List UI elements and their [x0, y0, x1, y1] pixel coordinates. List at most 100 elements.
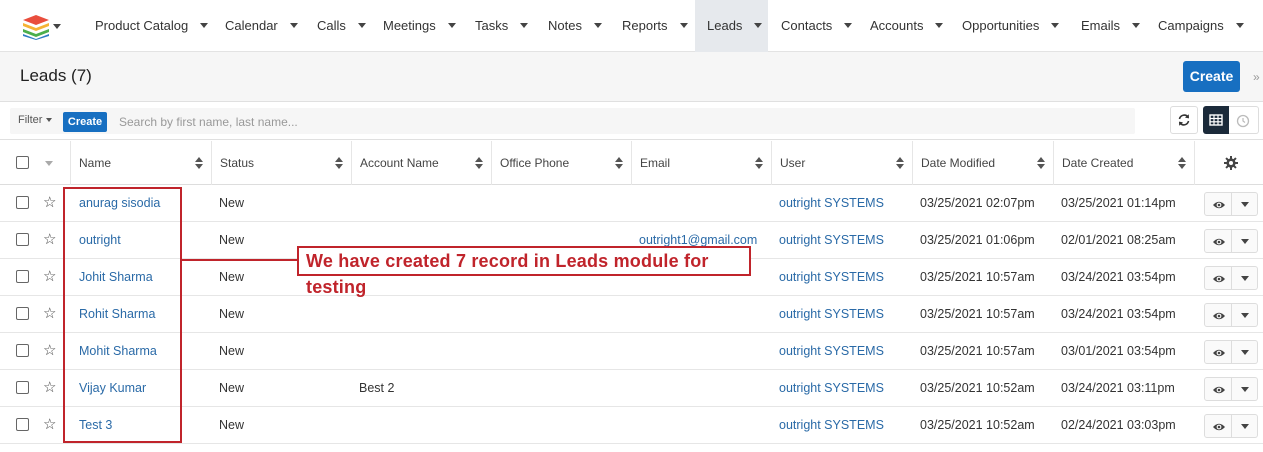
lead-date-modified: 03/25/2021 10:52am [920, 381, 1035, 395]
preview-button[interactable] [1204, 303, 1232, 327]
row-actions-dropdown[interactable] [1232, 377, 1258, 401]
row-checkbox[interactable] [16, 270, 29, 283]
favorite-star-icon[interactable]: ☆ [43, 268, 56, 285]
column-header-status[interactable]: Status [212, 141, 352, 185]
lead-assigned-user-link[interactable]: outright SYSTEMS [779, 370, 884, 407]
row-actions-dropdown[interactable] [1232, 192, 1258, 216]
nav-item-calendar[interactable]: Calendar [212, 0, 311, 52]
nav-item-emails[interactable]: Emails [1068, 0, 1153, 52]
lead-date-modified: 03/25/2021 01:06pm [920, 233, 1035, 247]
gear-icon[interactable] [1224, 156, 1238, 170]
column-header-date-created[interactable]: Date Created [1054, 141, 1195, 185]
nav-item-contacts[interactable]: Contacts [768, 0, 865, 52]
select-all-checkbox[interactable] [16, 156, 29, 169]
table-view-button[interactable] [1203, 106, 1229, 134]
nav-item-product-catalog[interactable]: Product Catalog [82, 0, 221, 52]
column-header-email[interactable]: Email [632, 141, 772, 185]
nav-item-label: Notes [548, 18, 582, 33]
lead-assigned-user-link[interactable]: outright SYSTEMS [779, 296, 884, 333]
lead-assigned-user-link[interactable]: outright SYSTEMS [779, 407, 884, 444]
row-checkbox[interactable] [16, 196, 29, 209]
row-actions-dropdown[interactable] [1232, 340, 1258, 364]
chevron-down-icon[interactable] [520, 23, 529, 29]
chevron-down-icon[interactable] [754, 23, 763, 29]
favorite-star-icon[interactable]: ☆ [43, 342, 56, 359]
search-input[interactable] [113, 111, 1128, 133]
lead-assigned-user-link[interactable]: outright SYSTEMS [779, 333, 884, 370]
lead-assigned-user-link[interactable]: outright SYSTEMS [779, 185, 884, 222]
chevron-down-icon[interactable] [357, 23, 366, 29]
chevron-down-icon[interactable] [1132, 23, 1141, 29]
chevron-down-icon[interactable] [447, 23, 456, 29]
row-actions-dropdown[interactable] [1232, 266, 1258, 290]
lead-assigned-user-link[interactable]: outright SYSTEMS [779, 259, 884, 296]
refresh-button[interactable] [1170, 106, 1198, 134]
eye-icon [1213, 238, 1225, 246]
chevron-down-icon[interactable] [289, 23, 298, 29]
create-button[interactable]: Create [1183, 61, 1240, 92]
row-actions-dropdown[interactable] [1232, 303, 1258, 327]
nav-item-notes[interactable]: Notes [535, 0, 615, 52]
row-checkbox[interactable] [16, 233, 29, 246]
nav-item-opportunities[interactable]: Opportunities [949, 0, 1072, 52]
favorite-star-icon[interactable]: ☆ [43, 305, 56, 322]
column-header-date-modified[interactable]: Date Modified [913, 141, 1054, 185]
nav-item-calls[interactable]: Calls [304, 0, 379, 52]
sort-icon[interactable] [475, 157, 483, 169]
lead-date-created: 03/24/2021 03:11pm [1061, 381, 1175, 395]
sort-icon[interactable] [1037, 157, 1045, 169]
row-checkbox[interactable] [16, 418, 29, 431]
nav-item-tasks[interactable]: Tasks [462, 0, 541, 52]
lead-date-modified: 03/25/2021 10:52am [920, 418, 1035, 432]
preview-button[interactable] [1204, 414, 1232, 438]
favorite-star-icon[interactable]: ☆ [43, 231, 56, 248]
sort-icon[interactable] [755, 157, 763, 169]
column-header-office-phone[interactable]: Office Phone [492, 141, 632, 185]
chevron-down-icon[interactable] [200, 23, 209, 29]
favorite-star-icon[interactable]: ☆ [43, 379, 56, 396]
activity-stream-button[interactable] [1229, 106, 1259, 134]
preview-button[interactable] [1204, 229, 1232, 253]
nav-item-label: Campaigns [1158, 18, 1224, 33]
column-header-account-name[interactable]: Account Name [352, 141, 492, 185]
double-chevron-right-icon[interactable]: » [1253, 70, 1260, 84]
favorite-star-icon[interactable]: ☆ [43, 194, 56, 211]
sort-icon[interactable] [195, 157, 203, 169]
preview-button[interactable] [1204, 266, 1232, 290]
sort-icon[interactable] [896, 157, 904, 169]
nav-item-reports[interactable]: Reports [609, 0, 701, 52]
sort-icon[interactable] [1178, 157, 1186, 169]
row-checkbox[interactable] [16, 307, 29, 320]
preview-button[interactable] [1204, 377, 1232, 401]
sort-icon[interactable] [615, 157, 623, 169]
row-checkbox[interactable] [16, 344, 29, 357]
sugar-cube-logo-icon[interactable] [22, 14, 50, 40]
preview-button[interactable] [1204, 192, 1232, 216]
chevron-down-icon[interactable] [679, 23, 688, 29]
refresh-icon [1178, 114, 1190, 126]
row-actions-dropdown[interactable] [1232, 414, 1258, 438]
nav-item-leads[interactable]: Leads [695, 0, 768, 52]
chevron-down-icon[interactable] [46, 118, 53, 123]
chevron-down-icon[interactable] [593, 23, 602, 29]
column-header-name[interactable]: Name [71, 141, 212, 185]
nav-item-campaigns[interactable]: Campaigns [1146, 0, 1263, 52]
chevron-down-icon[interactable] [844, 23, 853, 29]
preview-button[interactable] [1204, 340, 1232, 364]
favorite-star-icon[interactable]: ☆ [43, 416, 56, 433]
lead-assigned-user-link[interactable]: outright SYSTEMS [779, 222, 884, 259]
logo-menu-caret-icon[interactable] [53, 24, 61, 29]
row-checkbox[interactable] [16, 381, 29, 394]
filter-create-button[interactable]: Create [63, 112, 107, 132]
column-header-user[interactable]: User [772, 141, 913, 185]
chevron-down-icon[interactable] [935, 23, 944, 29]
row-actions-dropdown[interactable] [1232, 229, 1258, 253]
chevron-down-icon[interactable] [1051, 23, 1060, 29]
nav-item-meetings[interactable]: Meetings [370, 0, 469, 52]
select-all-dropdown[interactable] [37, 153, 61, 173]
table-row: ☆ Test 3 New outright SYSTEMS 03/25/2021 10:… [0, 407, 1263, 444]
chevron-down-icon[interactable] [1235, 23, 1244, 29]
nav-item-accounts[interactable]: Accounts [857, 0, 956, 52]
sort-icon[interactable] [335, 157, 343, 169]
filter-dropdown[interactable]: Filter [18, 114, 53, 126]
